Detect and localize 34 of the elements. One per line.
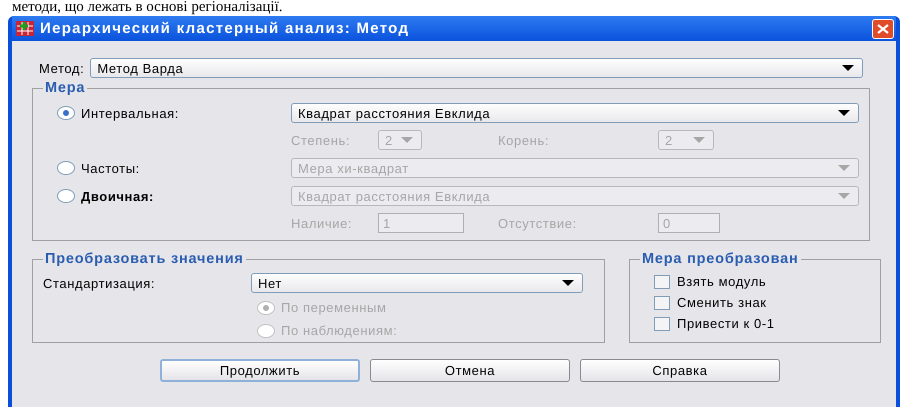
checkbox-option[interactable]: Сменить знак bbox=[654, 295, 767, 310]
field-label: Стандартизация: bbox=[43, 276, 156, 290]
group-title: Преобразовать значения bbox=[44, 251, 245, 267]
checkbox-option[interactable]: Привести к 0-1 bbox=[654, 316, 775, 331]
field-label: Наличие: bbox=[291, 216, 354, 230]
close-icon bbox=[877, 24, 889, 34]
caret-icon bbox=[693, 137, 705, 143]
checkbox-option[interactable]: Взять модуль bbox=[654, 274, 766, 289]
dropdown[interactable]: Нет bbox=[251, 273, 583, 293]
dialog-button[interactable]: Справка bbox=[580, 359, 780, 382]
radio-option[interactable]: Интервальная: bbox=[57, 106, 180, 120]
field-label: Отсутствие: bbox=[498, 216, 578, 230]
field-label: Степень: bbox=[291, 132, 352, 148]
checkbox-icon bbox=[654, 316, 670, 330]
checkbox-icon bbox=[654, 274, 670, 288]
caret-icon bbox=[401, 137, 413, 143]
checkbox-icon bbox=[654, 296, 670, 310]
window-title: Иерархический кластерный анализ: Метод bbox=[40, 20, 410, 37]
table-icon bbox=[16, 21, 34, 36]
dialog-button[interactable]: Отмена bbox=[370, 359, 570, 382]
group-title: Мера bbox=[44, 80, 86, 96]
dropdown[interactable]: Метод Варда bbox=[90, 58, 864, 78]
document-text: методи, що лежать в основі регіоналізації. bbox=[12, 0, 284, 16]
caret-icon bbox=[838, 110, 850, 116]
caret-icon bbox=[562, 280, 574, 286]
group-title: Мера преобразован bbox=[641, 251, 800, 267]
caret-icon bbox=[842, 65, 854, 71]
field-label: Метод: bbox=[39, 60, 84, 76]
caret-icon bbox=[838, 165, 850, 171]
dropdown[interactable]: Квадрат расстояния Евклида bbox=[291, 103, 859, 123]
caret-icon bbox=[838, 193, 850, 199]
field-label: Корень: bbox=[498, 132, 550, 148]
dialog-button[interactable]: Продолжить bbox=[160, 359, 360, 382]
close-button[interactable] bbox=[872, 18, 894, 38]
